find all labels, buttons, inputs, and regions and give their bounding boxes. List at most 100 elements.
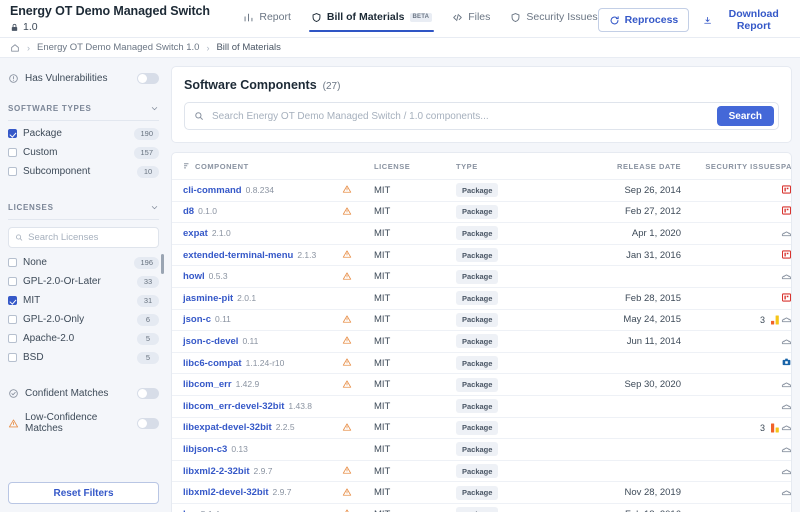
column-header-package-match[interactable]: PACKAGE MATCH <box>781 153 791 180</box>
component-link[interactable]: libcom_err <box>183 379 232 390</box>
cell-component[interactable]: libjson-c3 0.13 <box>172 438 342 461</box>
low-confidence-matches-toggle[interactable] <box>137 417 159 429</box>
section-licenses[interactable]: LICENSES <box>8 199 159 215</box>
cell-security-issues[interactable] <box>681 265 781 288</box>
table-row[interactable]: libxml2-2-32bit 2.9.7 MIT Package <box>172 460 791 483</box>
table-row[interactable]: libc6-compat 1.1.24-r10 MIT Package <box>172 352 791 375</box>
license-list-scrollbar[interactable] <box>161 254 164 274</box>
cell-package-match[interactable] <box>781 395 791 418</box>
cell-security-issues[interactable] <box>681 244 781 267</box>
column-header-license[interactable]: LICENSE <box>374 153 456 180</box>
component-link[interactable]: libexpat-devel-32bit <box>183 422 272 433</box>
table-row[interactable]: expat 2.1.0 MIT Package Apr 1, 2020 <box>172 222 791 245</box>
component-search-input[interactable] <box>204 103 717 129</box>
checkbox-license-apache-2-0[interactable] <box>8 334 17 343</box>
filter-license-gpl-2-0-only[interactable]: GPL-2.0-Only 6 <box>8 310 159 329</box>
cell-component[interactable]: libxml2-devel-32bit 2.9.7 <box>172 481 342 504</box>
filter-license-gpl-2-0-or-later[interactable]: GPL-2.0-Or-Later 33 <box>8 272 159 291</box>
column-header-component[interactable]: COMPONENT <box>172 153 342 180</box>
cell-package-match[interactable] <box>781 287 791 310</box>
component-link[interactable]: libc6-compat <box>183 358 242 369</box>
filter-license-bsd[interactable]: BSD 5 <box>8 348 159 367</box>
component-link[interactable]: libxml2-devel-32bit <box>183 487 269 498</box>
cell-security-issues[interactable] <box>681 438 781 461</box>
reset-filters-button[interactable]: Reset Filters <box>8 482 159 504</box>
filter-type-custom[interactable]: Custom 157 <box>8 143 159 162</box>
cell-package-match[interactable] <box>781 201 791 224</box>
checkbox-license-mit[interactable] <box>8 296 17 305</box>
cell-component[interactable]: jasmine-pit 2.0.1 <box>172 287 342 310</box>
cell-security-issues[interactable] <box>681 503 781 512</box>
cell-security-issues[interactable] <box>681 179 781 202</box>
tab-security-issues[interactable]: Security Issues <box>510 11 598 32</box>
filter-has-vulnerabilities[interactable]: Has Vulnerabilities <box>8 66 159 90</box>
search-button[interactable]: Search <box>716 106 774 126</box>
column-header-release-date[interactable]: RELEASE DATE <box>566 153 681 180</box>
component-link[interactable]: expat <box>183 228 208 239</box>
table-row[interactable]: json-c-devel 0.11 MIT Package Jun 11, 2014 <box>172 330 791 353</box>
checkbox-subcomponent[interactable] <box>8 167 17 176</box>
license-search-box[interactable] <box>8 227 159 248</box>
filter-type-subcomponent[interactable]: Subcomponent 10 <box>8 162 159 181</box>
component-link[interactable]: d8 <box>183 206 194 217</box>
checkbox-custom[interactable] <box>8 148 17 157</box>
cell-security-issues[interactable]: 3 <box>681 417 781 440</box>
cell-security-issues[interactable] <box>681 201 781 224</box>
component-link[interactable]: howl <box>183 271 205 282</box>
checkbox-license-none[interactable] <box>8 258 17 267</box>
component-link[interactable]: libjson-c3 <box>183 444 227 455</box>
component-link[interactable]: libxml2-2-32bit <box>183 466 250 477</box>
table-row[interactable]: lua5.1.4 MITPackage Feb 18, 2016 <box>172 503 791 512</box>
download-report-button[interactable]: Download Report <box>703 8 790 32</box>
reprocess-button[interactable]: Reprocess <box>597 8 690 32</box>
table-row[interactable]: libcom_err-devel-32bit 1.43.8 MIT Package <box>172 395 791 418</box>
cell-component[interactable]: json-c 0.11 <box>172 309 342 332</box>
cell-package-match[interactable] <box>781 460 791 483</box>
cell-security-issues[interactable] <box>681 287 781 310</box>
component-link[interactable]: cli-command <box>183 185 242 196</box>
component-search-box[interactable]: Search <box>184 102 779 130</box>
component-link[interactable]: extended-terminal-menu <box>183 250 293 261</box>
table-row[interactable]: d8 0.1.0 MIT Package Feb 27, 2012 <box>172 201 791 224</box>
cell-package-match[interactable] <box>781 352 791 375</box>
cell-component[interactable]: lua5.1.4 <box>172 503 342 512</box>
cell-package-match[interactable] <box>781 481 791 504</box>
cell-security-issues[interactable] <box>681 460 781 483</box>
cell-package-match[interactable] <box>781 265 791 288</box>
cell-security-issues[interactable] <box>681 330 781 353</box>
cell-package-match[interactable] <box>781 417 791 440</box>
cell-security-issues[interactable] <box>681 352 781 375</box>
component-link[interactable]: jasmine-pit <box>183 293 233 304</box>
license-search-input[interactable] <box>28 232 152 243</box>
cell-package-match[interactable] <box>781 309 791 332</box>
table-row[interactable]: libjson-c3 0.13 MIT Package <box>172 438 791 461</box>
cell-component[interactable]: json-c-devel 0.11 <box>172 330 342 353</box>
cell-component[interactable]: libcom_err-devel-32bit 1.43.8 <box>172 395 342 418</box>
table-row[interactable]: json-c 0.11 MIT Package May 24, 2015 3 <box>172 309 791 332</box>
cell-security-issues[interactable] <box>681 481 781 504</box>
table-row[interactable]: libxml2-devel-32bit 2.9.7 MIT Package Nov 28… <box>172 481 791 504</box>
tab-bill-of-materials[interactable]: Bill of Materials Beta <box>308 11 435 32</box>
table-row[interactable]: jasmine-pit 2.0.1 MIT Package Feb 28, 2015 <box>172 287 791 310</box>
cell-package-match[interactable] <box>781 179 791 202</box>
cell-component[interactable]: extended-terminal-menu 2.1.3 <box>172 244 342 267</box>
cell-component[interactable]: libc6-compat 1.1.24-r10 <box>172 352 342 375</box>
tab-report[interactable]: Report <box>243 11 291 32</box>
cell-security-issues[interactable] <box>681 222 781 245</box>
table-row[interactable]: libcom_err 1.42.9 MIT Package Sep 30, 2020 <box>172 373 791 396</box>
column-header-security-issues[interactable]: SECURITY ISSUES <box>681 153 781 180</box>
has-vulnerabilities-toggle[interactable] <box>137 72 159 84</box>
cell-package-match[interactable] <box>781 244 791 267</box>
component-link[interactable]: json-c <box>183 314 211 325</box>
cell-package-match[interactable] <box>781 438 791 461</box>
filter-license-none[interactable]: None 196 <box>8 253 159 272</box>
cell-component[interactable]: cli-command 0.8.234 <box>172 179 342 202</box>
confident-matches-toggle[interactable] <box>137 387 159 399</box>
cell-component[interactable]: expat 2.1.0 <box>172 222 342 245</box>
cell-component[interactable]: libcom_err 1.42.9 <box>172 373 342 396</box>
cell-package-match[interactable] <box>781 373 791 396</box>
breadcrumb-item-product[interactable]: Energy OT Demo Managed Switch 1.0 <box>37 42 199 53</box>
filter-type-package[interactable]: Package 190 <box>8 124 159 143</box>
filter-license-apache-2-0[interactable]: Apache-2.0 5 <box>8 329 159 348</box>
section-software-types[interactable]: SOFTWARE TYPES <box>8 100 159 116</box>
